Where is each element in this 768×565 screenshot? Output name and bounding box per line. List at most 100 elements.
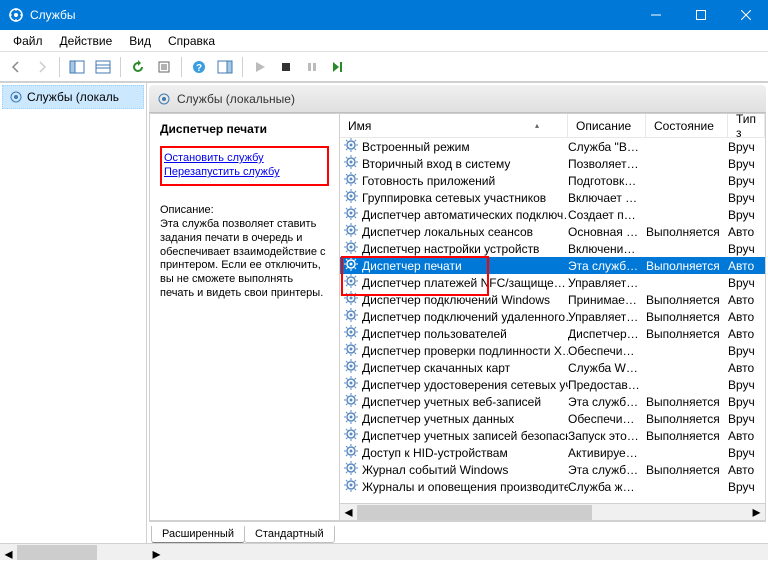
service-name: Доступ к HID-устройствам	[362, 446, 508, 460]
scroll-left-arrow[interactable]: ◂	[340, 504, 357, 521]
service-type: Авто	[728, 429, 765, 443]
gear-icon	[344, 427, 362, 444]
service-type: Авто	[728, 361, 765, 375]
service-row[interactable]: Журналы и оповещения производите…Служба …	[340, 478, 765, 495]
separator	[242, 57, 243, 77]
service-row[interactable]: Вторичный вход в системуПозволяет…Вруч	[340, 155, 765, 172]
service-row[interactable]: Диспетчер подключений WindowsПринимае…Вы…	[340, 291, 765, 308]
service-row[interactable]: Журнал событий WindowsЭта служб…Выполняе…	[340, 461, 765, 478]
service-row[interactable]: Диспетчер локальных сеансовОсновная …Вып…	[340, 223, 765, 240]
scroll-thumb[interactable]	[357, 505, 592, 520]
service-row[interactable]: Диспетчер печатиЭта служб…ВыполняетсяАвт…	[340, 257, 765, 274]
scroll-thumb[interactable]	[17, 545, 97, 560]
content-area: Службы (локаль Службы (локальные) Диспет…	[0, 82, 768, 543]
service-type: Авто	[728, 293, 765, 307]
tab-extended[interactable]: Расширенный	[151, 526, 245, 543]
menu-view[interactable]: Вид	[122, 32, 158, 50]
gear-icon	[344, 172, 362, 189]
service-state: Выполняется	[646, 412, 728, 426]
pause-service-button[interactable]	[300, 55, 324, 79]
service-row[interactable]: Диспетчер проверки подлинности X…Обеспеч…	[340, 342, 765, 359]
gear-icon	[344, 478, 362, 495]
restart-service-button[interactable]	[326, 55, 350, 79]
gear-icon	[344, 410, 362, 427]
column-type[interactable]: Тип з	[728, 114, 765, 137]
scroll-left-arrow[interactable]: ◂	[0, 544, 17, 560]
tab-standard[interactable]: Стандартный	[244, 526, 335, 543]
service-row[interactable]: Диспетчер пользователейДиспетчер…Выполня…	[340, 325, 765, 342]
service-type: Авто	[728, 310, 765, 324]
service-row[interactable]: Встроенный режимСлужба "В…Вруч	[340, 138, 765, 155]
export-list-button[interactable]	[91, 55, 115, 79]
service-name: Диспетчер учетных записей безопасн…	[362, 429, 568, 443]
service-description: Служба "В…	[568, 140, 646, 154]
forward-button[interactable]	[30, 55, 54, 79]
refresh-button[interactable]	[126, 55, 150, 79]
scroll-right-arrow[interactable]: ▸	[748, 504, 765, 521]
service-type: Вруч	[728, 191, 765, 205]
gear-icon	[344, 325, 362, 342]
service-type: Вруч	[728, 140, 765, 154]
gear-icon	[344, 342, 362, 359]
back-button[interactable]	[4, 55, 28, 79]
service-name: Диспетчер учетных веб-записей	[362, 395, 541, 409]
service-name: Диспетчер подключений удаленного…	[362, 310, 568, 324]
pane-header: Службы (локальные)	[149, 85, 766, 113]
service-row[interactable]: Диспетчер учетных данныхОбеспечи…Выполня…	[340, 410, 765, 427]
detail-column: Диспетчер печати Остановить службу Перез…	[150, 114, 340, 520]
service-row[interactable]: Доступ к HID-устройствамАктивируе…Вруч	[340, 444, 765, 461]
list-body[interactable]: Встроенный режимСлужба "В…ВручВторичный …	[340, 138, 765, 503]
show-hide-action-button[interactable]	[213, 55, 237, 79]
properties-button[interactable]	[152, 55, 176, 79]
service-type: Авто	[728, 225, 765, 239]
svg-text:?: ?	[196, 63, 202, 74]
service-row[interactable]: Диспетчер скачанных картСлужба W…Авто	[340, 359, 765, 376]
service-row[interactable]: Диспетчер учетных веб-записейЭта служб…В…	[340, 393, 765, 410]
stop-service-link[interactable]: Остановить службу	[164, 152, 321, 164]
menu-help[interactable]: Справка	[161, 32, 222, 50]
scroll-track[interactable]	[357, 504, 748, 521]
service-state: Выполняется	[646, 463, 728, 477]
highlight-box-links: Остановить службу Перезапустить службу	[160, 146, 329, 186]
tree-root-node[interactable]: Службы (локаль	[2, 85, 144, 109]
service-type: Вруч	[728, 344, 765, 358]
service-row[interactable]: Диспетчер удостоверения сетевых уч…Предо…	[340, 376, 765, 393]
service-state: Выполняется	[646, 293, 728, 307]
service-row[interactable]: Группировка сетевых участниковВключает ……	[340, 189, 765, 206]
stop-service-button[interactable]	[274, 55, 298, 79]
minimize-button[interactable]	[633, 0, 678, 30]
column-state[interactable]: Состояние	[646, 114, 728, 137]
menu-action[interactable]: Действие	[53, 32, 120, 50]
scroll-right-arrow[interactable]: ▸	[148, 544, 165, 560]
restart-service-link[interactable]: Перезапустить службу	[164, 166, 321, 178]
window-title: Службы	[30, 8, 633, 22]
service-row[interactable]: Диспетчер платежей NFC/защище…Управляет……	[340, 274, 765, 291]
service-description: Создает п…	[568, 208, 646, 222]
detail-heading: Диспетчер печати	[160, 122, 329, 136]
separator	[181, 57, 182, 77]
app-icon	[8, 7, 24, 23]
service-type: Вруч	[728, 412, 765, 426]
service-row[interactable]: Диспетчер учетных записей безопасн…Запус…	[340, 427, 765, 444]
start-service-button[interactable]	[248, 55, 272, 79]
service-description: Управляет…	[568, 276, 646, 290]
service-name: Диспетчер учетных данных	[362, 412, 514, 426]
maximize-button[interactable]	[678, 0, 723, 30]
column-description[interactable]: Описание	[568, 114, 646, 137]
close-button[interactable]	[723, 0, 768, 30]
service-row[interactable]: Диспетчер автоматических подключ…Создает…	[340, 206, 765, 223]
description-label: Описание:	[160, 204, 329, 216]
gear-icon	[344, 206, 362, 223]
service-row[interactable]: Диспетчер настройки устройствВключени…Вр…	[340, 240, 765, 257]
horizontal-scrollbar[interactable]: ◂ ▸	[340, 503, 765, 520]
show-hide-tree-button[interactable]	[65, 55, 89, 79]
service-state: Выполняется	[646, 259, 728, 273]
service-row[interactable]: Диспетчер подключений удаленного…Управля…	[340, 308, 765, 325]
service-row[interactable]: Готовность приложенийПодготовк…Вруч	[340, 172, 765, 189]
outer-scrollbar[interactable]: ◂ ▸	[0, 543, 768, 560]
column-name[interactable]: Имя▴	[340, 114, 568, 137]
help-button[interactable]: ?	[187, 55, 211, 79]
service-description: Предостав…	[568, 378, 646, 392]
menubar: Файл Действие Вид Справка	[0, 30, 768, 52]
menu-file[interactable]: Файл	[6, 32, 50, 50]
